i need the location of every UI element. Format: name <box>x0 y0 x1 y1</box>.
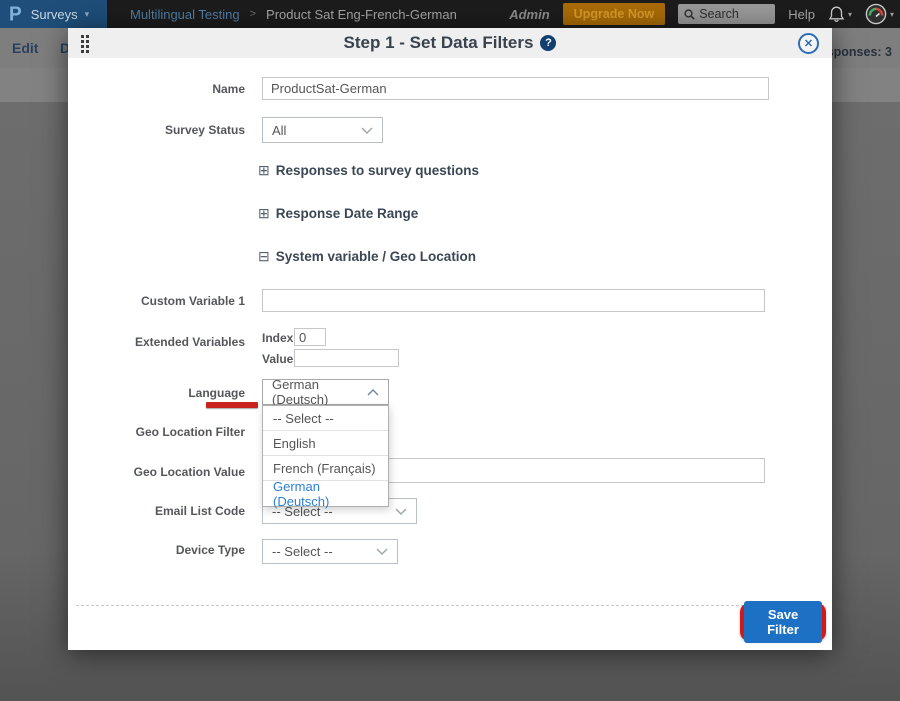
geo-location-value-label: Geo Location Value <box>68 465 245 479</box>
close-icon[interactable]: ✕ <box>798 33 819 54</box>
collapse-icon[interactable]: ⊟ <box>258 248 270 265</box>
chevron-down-icon <box>361 127 373 134</box>
chevron-up-icon <box>367 389 379 396</box>
name-input[interactable] <box>262 77 769 100</box>
language-option-german[interactable]: German (Deutsch) <box>263 481 388 506</box>
language-option-french[interactable]: French (Français) <box>263 456 388 481</box>
expand-icon[interactable]: ⊞ <box>258 162 270 179</box>
language-option-english[interactable]: English <box>263 431 388 456</box>
section-system-variable-geo-location[interactable]: ⊟ System variable / Geo Location <box>258 248 476 265</box>
upgrade-now-button[interactable]: Upgrade Now <box>563 3 666 25</box>
save-filter-button[interactable]: Save Filter <box>744 601 822 643</box>
breadcrumb-parent-link[interactable]: Multilingual Testing <box>130 7 240 22</box>
modal-title: Step 1 - Set Data Filters <box>344 33 534 53</box>
custom-variable-1-label: Custom Variable 1 <box>68 294 245 308</box>
breadcrumb-separator: > <box>250 8 256 20</box>
questionpro-logo-icon: P <box>9 4 22 24</box>
chevron-down-icon <box>395 508 407 515</box>
section-label: Responses to survey questions <box>276 163 479 178</box>
value-input[interactable] <box>294 349 399 367</box>
email-list-code-label: Email List Code <box>68 504 245 518</box>
survey-status-label: Survey Status <box>68 123 245 137</box>
survey-status-value: All <box>272 123 286 138</box>
name-label: Name <box>68 82 245 96</box>
expand-icon[interactable]: ⊞ <box>258 205 270 222</box>
surveys-menu[interactable]: P Surveys ▾ <box>0 0 107 28</box>
language-label: Language <box>68 386 245 400</box>
chevron-down-icon: ▾ <box>85 9 90 20</box>
device-type-select[interactable]: -- Select -- <box>262 539 398 564</box>
breadcrumb: Multilingual Testing > Product Sat Eng-F… <box>130 0 457 28</box>
language-selected-value: German (Deutsch) <box>272 377 367 407</box>
top-nav-bar: P Surveys ▾ Multilingual Testing > Produ… <box>0 0 900 28</box>
language-options-list: -- Select -- English French (Français) G… <box>262 405 389 507</box>
help-icon[interactable]: ? <box>540 35 556 51</box>
global-search[interactable] <box>678 4 775 24</box>
geo-location-filter-label: Geo Location Filter <box>68 425 245 439</box>
custom-variable-1-input[interactable] <box>262 289 765 312</box>
bell-icon <box>828 5 845 23</box>
avatar <box>865 3 887 25</box>
device-type-value: -- Select -- <box>272 544 333 559</box>
section-label: System variable / Geo Location <box>276 249 476 264</box>
account-menu[interactable]: ▾ <box>865 3 894 25</box>
red-highlight-annotation: Save Filter <box>740 603 826 641</box>
breadcrumb-current: Product Sat Eng-French-German <box>266 7 457 22</box>
extended-variables-label: Extended Variables <box>68 335 245 349</box>
modal-header: Step 1 - Set Data Filters ? ✕ <box>68 28 832 58</box>
set-data-filters-modal: Step 1 - Set Data Filters ? ✕ Name Surve… <box>68 28 832 650</box>
index-input[interactable] <box>294 328 326 346</box>
language-option-select[interactable]: -- Select -- <box>263 406 388 431</box>
chevron-down-icon: ▾ <box>890 10 894 19</box>
chevron-down-icon <box>376 548 388 555</box>
section-response-date-range[interactable]: ⊞ Response Date Range <box>258 205 418 222</box>
survey-status-select[interactable]: All <box>262 117 383 143</box>
screen: Edit Di Responses: 3 P Surveys ▾ Multili… <box>0 0 900 701</box>
section-responses-to-survey-questions[interactable]: ⊞ Responses to survey questions <box>258 162 479 179</box>
footer-divider <box>76 605 824 606</box>
help-link[interactable]: Help <box>788 7 815 22</box>
language-select[interactable]: German (Deutsch) <box>262 379 389 405</box>
device-type-label: Device Type <box>68 543 245 557</box>
search-input[interactable] <box>699 7 769 21</box>
surveys-menu-label: Surveys <box>31 7 78 22</box>
admin-label: Admin <box>509 7 549 22</box>
tab-edit[interactable]: Edit <box>12 40 38 56</box>
topbar-right-group: Admin Upgrade Now Help ▾ <box>509 0 894 28</box>
notifications-menu[interactable]: ▾ <box>828 5 852 23</box>
search-icon <box>684 9 695 20</box>
chevron-down-icon: ▾ <box>848 10 852 19</box>
section-label: Response Date Range <box>276 206 419 221</box>
red-underline-annotation <box>206 402 258 408</box>
